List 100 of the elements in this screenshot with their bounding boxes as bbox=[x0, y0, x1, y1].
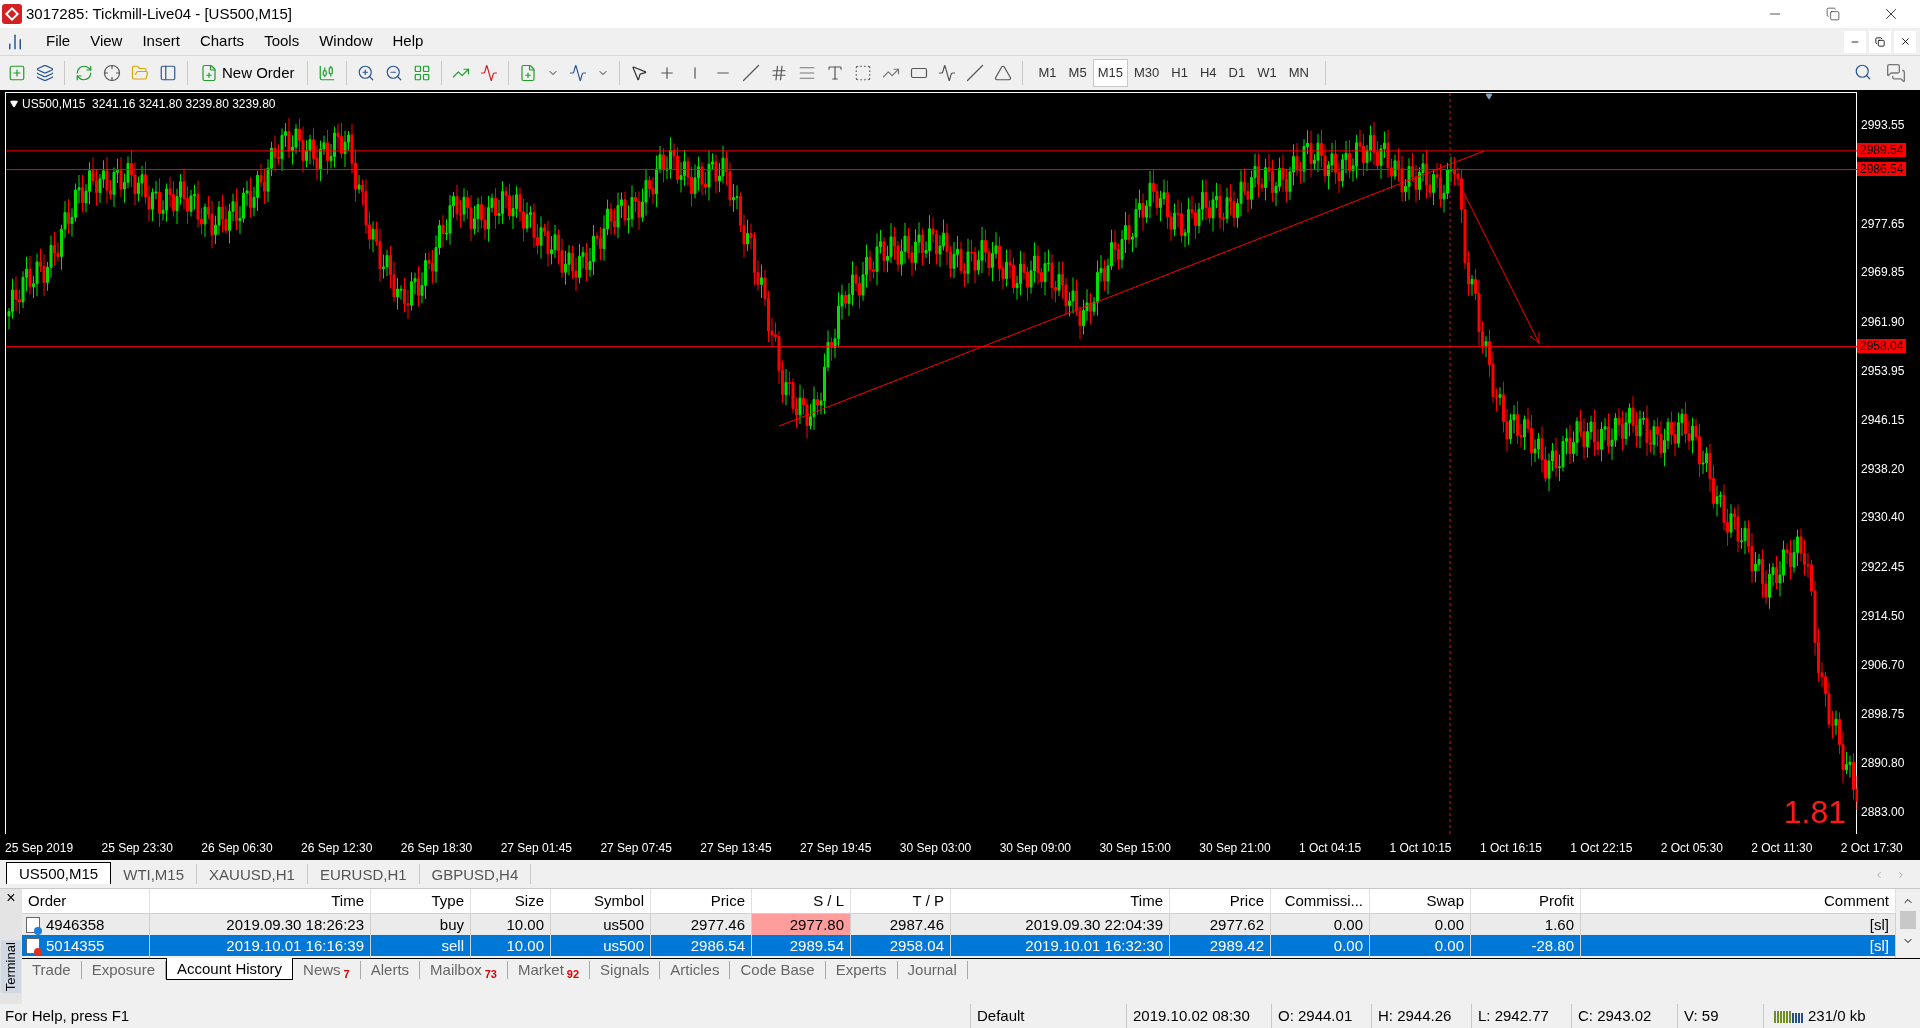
table-cell-text: 2977.46 bbox=[690, 915, 745, 935]
timeframe-button[interactable]: H1 bbox=[1165, 59, 1194, 87]
profiles-icon[interactable] bbox=[36, 64, 54, 82]
timeframe-button[interactable]: M15 bbox=[1092, 59, 1128, 87]
chart-tab[interactable]: WTI,M15 bbox=[111, 864, 198, 884]
collapse-triangle-icon[interactable] bbox=[10, 100, 18, 108]
terminal-tab[interactable]: News $_{7}$ bbox=[293, 961, 361, 979]
panel-icon[interactable] bbox=[159, 64, 177, 82]
text-icon[interactable] bbox=[825, 64, 844, 82]
menu-item[interactable]: Tools bbox=[254, 30, 310, 53]
timeframe-button[interactable]: M30 bbox=[1127, 59, 1166, 87]
folder-icon[interactable] bbox=[131, 64, 149, 82]
terminal-tab[interactable]: Trade bbox=[22, 961, 82, 979]
indicators-icon[interactable] bbox=[518, 64, 537, 82]
price-tick-label: 2938.20 bbox=[1860, 460, 1905, 477]
time-tick-label: 27 Sep 01:45 bbox=[500, 840, 573, 857]
column-header[interactable]: Time bbox=[951, 889, 1170, 913]
timeframe-button[interactable]: W1 bbox=[1251, 59, 1283, 87]
table-cell-text: 0.00 bbox=[1333, 915, 1363, 935]
terminal-tab[interactable]: Market $_{92}$ bbox=[508, 961, 591, 979]
new-chart-icon[interactable] bbox=[8, 64, 26, 82]
candlestick-icon[interactable] bbox=[317, 64, 336, 82]
channel-icon[interactable] bbox=[769, 64, 788, 82]
column-header[interactable]: Order bbox=[22, 889, 150, 913]
price-tick-label: 2969.85 bbox=[1860, 264, 1905, 281]
column-header[interactable]: Size bbox=[471, 889, 551, 913]
zoom-out-icon[interactable] bbox=[384, 64, 403, 82]
column-header[interactable]: Time bbox=[150, 889, 371, 913]
table-cell-text: -28.80 bbox=[1531, 936, 1574, 956]
timeframe-button[interactable]: M1 bbox=[1032, 59, 1063, 87]
terminal-tab[interactable]: Mailbox $_{73}$ bbox=[420, 961, 508, 979]
menu-item[interactable]: Insert bbox=[132, 30, 190, 53]
mdi-restore-button[interactable] bbox=[1869, 30, 1891, 53]
column-header[interactable]: Price bbox=[1170, 889, 1271, 913]
column-header[interactable]: Symbol bbox=[551, 889, 651, 913]
restore-icon[interactable] bbox=[1826, 7, 1840, 21]
time-tick-label: 27 Sep 07:45 bbox=[600, 840, 672, 857]
timeframe-button[interactable]: H4 bbox=[1193, 59, 1223, 87]
table-cell-text: 2977.80 bbox=[789, 915, 844, 935]
terminal-tab[interactable]: Alerts bbox=[360, 961, 421, 979]
column-header[interactable]: S / L bbox=[752, 889, 851, 913]
trendline-icon[interactable] bbox=[741, 64, 760, 82]
table-cell-text: 2019.10.01 16:32:30 bbox=[1025, 936, 1163, 956]
column-header[interactable]: T / P bbox=[851, 889, 951, 913]
new-order-button[interactable]: New Order bbox=[198, 61, 297, 85]
chat-icon[interactable] bbox=[1886, 63, 1906, 83]
chart-shift-marker-icon[interactable] bbox=[1484, 93, 1494, 100]
document-plus-icon bbox=[200, 64, 218, 82]
wave-icon[interactable] bbox=[937, 64, 956, 82]
refresh-icon[interactable] bbox=[75, 64, 93, 82]
time-tick-label: 2 Oct 05:30 bbox=[1660, 840, 1723, 857]
menu-item[interactable]: View bbox=[80, 30, 133, 53]
zoom-in-icon[interactable] bbox=[356, 64, 375, 82]
table-cell-text: 0.00 bbox=[1434, 936, 1464, 956]
menu-item[interactable]: File bbox=[36, 30, 81, 53]
price-tick-label: 2930.40 bbox=[1860, 509, 1905, 526]
status-text: Default bbox=[977, 1005, 1025, 1026]
column-header[interactable]: Commissi... bbox=[1271, 889, 1370, 913]
status-text: 2019.10.02 08:30 bbox=[1133, 1005, 1250, 1026]
menu-item[interactable]: Window bbox=[309, 30, 383, 53]
table-cell-text: 10.00 bbox=[506, 936, 544, 956]
chart-tab[interactable]: EURUSD,H1 bbox=[307, 864, 420, 884]
timeframe-button[interactable]: M5 bbox=[1062, 59, 1093, 87]
price-tick-label: 2890.80 bbox=[1860, 755, 1905, 772]
terminal-tab[interactable]: Journal bbox=[897, 961, 968, 979]
terminal-tab[interactable]: Signals bbox=[590, 961, 661, 979]
column-header[interactable]: Swap bbox=[1370, 889, 1471, 913]
chart-tab[interactable]: US500,M15 bbox=[6, 862, 112, 884]
terminal-tab[interactable]: Account History bbox=[166, 958, 294, 980]
chart-tab[interactable]: GBPUSD,H4 bbox=[419, 864, 532, 884]
price-tick-label: 2922.45 bbox=[1860, 558, 1905, 575]
table-row[interactable]: 4946358 2019.09.30 18:26:23 buy 10.00 us500 2977.46 2977.80 2987.46 2019.09.30 22:04:39 2977.62 0.00 0.00 1.60 [sl] bbox=[22, 914, 1896, 935]
timeframe-button[interactable]: MN bbox=[1282, 59, 1315, 87]
scrollbar-thumb[interactable] bbox=[1900, 911, 1916, 929]
text-label-icon[interactable] bbox=[853, 64, 872, 82]
terminal-tab[interactable]: Code Base bbox=[730, 961, 826, 979]
crosshair-icon[interactable] bbox=[103, 64, 121, 82]
search-icon[interactable] bbox=[1854, 63, 1872, 81]
cursor-icon[interactable] bbox=[629, 64, 648, 82]
chart-window-icon[interactable] bbox=[6, 32, 24, 51]
terminal-close-button[interactable]: × bbox=[6, 889, 16, 907]
terminal-tab[interactable]: Experts bbox=[825, 961, 898, 979]
time-tick-label: 26 Sep 12:30 bbox=[301, 840, 373, 857]
timeframe-button[interactable]: D1 bbox=[1222, 59, 1252, 87]
table-cell-text: 2987.46 bbox=[889, 915, 944, 935]
menu-item[interactable]: Charts bbox=[189, 30, 255, 53]
table-cell-text: [sl] bbox=[1869, 915, 1889, 935]
column-header[interactable]: Type bbox=[371, 889, 471, 913]
column-header[interactable]: Profit bbox=[1471, 889, 1581, 913]
mdi-close-button[interactable] bbox=[1894, 30, 1916, 53]
table-cell-text: 2019.10.01 16:16:39 bbox=[226, 936, 364, 956]
terminal-tab[interactable]: Articles bbox=[660, 961, 731, 979]
table-row[interactable]: 5014355 2019.10.01 16:16:39 sell 10.00 us500 2986.54 2989.54 2958.04 2019.10.01 16:32:30 2989.42 0.00 0.00 -28.80 [sl] bbox=[22, 935, 1896, 956]
chart-tab[interactable]: XAUUSD,H1 bbox=[197, 864, 308, 884]
table-cell-text: sell bbox=[441, 936, 464, 956]
column-header[interactable]: Price bbox=[651, 889, 752, 913]
status-text: H: 2944.26 bbox=[1378, 1005, 1452, 1026]
menu-item[interactable]: Help bbox=[382, 30, 434, 53]
time-tick-label: 26 Sep 06:30 bbox=[201, 840, 273, 857]
tile-windows-icon[interactable] bbox=[412, 64, 431, 82]
